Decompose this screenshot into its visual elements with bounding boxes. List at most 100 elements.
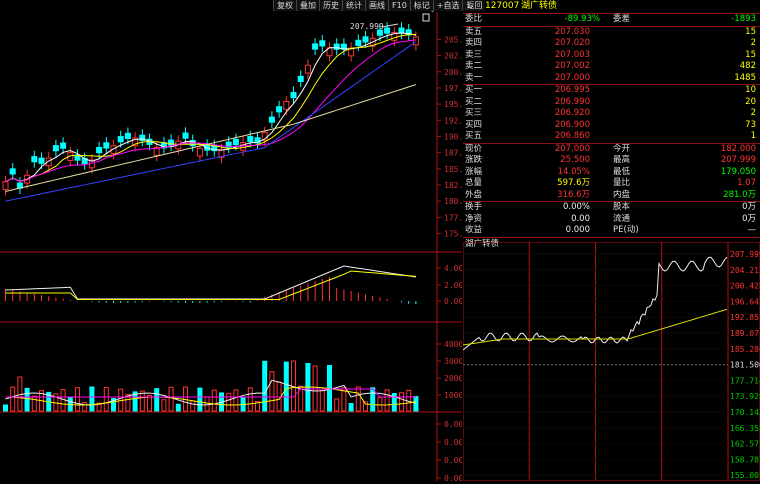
volume-bar [334,398,340,412]
stat2-value-2: 0万 [742,213,756,224]
stat-value: 25.500 [560,155,590,165]
minute-price-label: 192.857 [730,313,760,322]
volume-bar [211,389,217,412]
sell-order-price: 207.002 [554,61,590,71]
stat-label-2: 最高 [613,155,631,165]
price-tick-label: 185.0 [444,165,462,174]
toolbar-mark-button[interactable]: 标记 [409,0,433,11]
sell-order-row: 卖三 207.003 15 [463,50,760,62]
candle-body [9,168,16,175]
ma20-line [5,39,416,183]
buy-order-row: 买五 206.860 1 [463,131,760,143]
candle-body [247,135,254,143]
volume-bar [283,361,289,412]
toolbar-f10-button[interactable]: F10 [388,0,410,11]
volume-bar [10,386,16,412]
candle-body [276,106,283,113]
minute-price-label: 185.286 [730,345,760,354]
quote-panel: L 127007 湖广转债 委比 -89.93% 委差 -1893 卖五 207.… [463,0,760,251]
macd-dea-line [5,270,416,300]
sell-order-volume: 15 [745,26,756,37]
stat-label-2: 量比 [613,178,631,188]
toolbar-overlay-button[interactable]: 叠加 [296,0,319,11]
volume-bar [103,387,109,412]
stat-value: 14.05% [557,166,590,177]
candle-body [31,156,38,163]
security-code: 127007 [485,1,520,11]
stat-row: 涨跌 25.500 最高 207.999 [463,155,760,167]
stat2-label-2: PE(动) [613,225,639,235]
price-tick-label: 187.5 [444,149,462,158]
weicha-label: 委差 [613,14,631,24]
quote-stats: 现价 207.000 今开 182.000 涨跌 25.500 最高 207.999 涨幅 14.… [463,144,760,202]
kline-svg[interactable]: 205.0 202.5 200.0 197.5 195.0 192.5 190.0 187.5… [0,0,468,483]
buy-order-volume: 20 [745,96,756,107]
sell-order-price: 207.030 [554,26,590,37]
price-tick-label: 180.0 [444,197,462,206]
price-tick-label: 197.5 [444,84,462,93]
window-toggle-icon [422,13,430,22]
minute-price-label: 170.143 [730,408,760,417]
stat-value: 597.6万 [557,178,590,188]
peak-pointer [381,23,399,28]
price-tick-label: 205.0 [444,35,462,44]
candle-body [384,27,391,34]
toolbar-draw-button[interactable]: 画线 [365,0,388,11]
volume-bar [75,387,80,412]
peak-price-label: 207.999 [350,22,384,31]
toolbar-history-button[interactable]: 历史 [319,0,342,11]
candle-body [398,27,405,34]
stat-label-2: 最低 [613,166,631,177]
stat2-row: 净资 0.00 流通 0万 [463,214,760,226]
sell-order-price: 207.020 [554,38,590,48]
volume-bar [399,392,404,412]
ma5-line [5,32,417,183]
stat-label: 现价 [465,143,483,154]
sell-order-row: 卖五 207.030 15 [463,27,760,39]
sell-order-label: 卖五 [465,26,483,37]
volume-bar [154,388,160,412]
buy-order-price: 206.995 [554,85,590,95]
macd-tick-label: 2.000 [444,281,462,290]
volume-bar [190,400,196,412]
buy-order-price: 206.920 [554,108,590,118]
price-tick-label: 200.0 [444,68,462,77]
sell-order-price: 207.000 [554,72,590,83]
candle-body [268,116,275,123]
stat-row: 总量 597.6万 量比 1.07 [463,178,760,190]
volume-bar [147,394,152,412]
ma10-line [5,33,416,183]
security-name: 湖广转债 [521,1,558,11]
stat-label: 总量 [465,178,483,188]
toolbar-watchlist-button[interactable]: +自选 [432,0,463,11]
kline-chart-area[interactable]: 205.0 202.5 200.0 197.5 195.0 192.5 190.0 187.5… [0,0,468,483]
volume-bar [348,403,354,412]
candle-body [355,39,362,46]
candle-body [52,145,59,152]
minute-price-label: 189.071 [730,329,760,338]
stat2-label-2: 股本 [613,202,631,212]
volume-bar [262,360,268,412]
weibi-value: -89.93% [564,14,600,24]
volume-bar [384,389,390,412]
candle-body [196,147,203,157]
candle-body [117,136,124,143]
stat-row: 涨幅 14.05% 最低 179.050 [463,167,760,179]
buy-order-label: 买一 [465,85,483,95]
stat2-value: 0.00% [562,202,590,212]
volume-bar [82,401,88,412]
intraday-minute-chart[interactable]: 207.999 204.213 200.428 196.642 192.857 189.0… [463,242,760,481]
toolbar-fuquan-button[interactable]: 复权 [273,0,296,11]
price-tick-label: 202.5 [444,52,462,61]
stat-value-2: 281.0万 [723,189,756,200]
volume-bar [377,396,383,412]
candle-body [290,91,297,99]
price-tick-label: 175.0 [444,230,462,239]
buy-order-label: 买五 [465,131,483,141]
minute-price-label: 181.500 [730,361,760,370]
minute-chart-border [463,242,760,481]
buy-orders: 买一 206.995 10 买二 206.990 20 买三 206.920 2 买四 206.90… [463,85,760,143]
sell-order-label: 卖二 [465,61,483,71]
volume-tick-label: 10000 [444,391,462,400]
toolbar-stats-button[interactable]: 统计 [342,0,365,11]
